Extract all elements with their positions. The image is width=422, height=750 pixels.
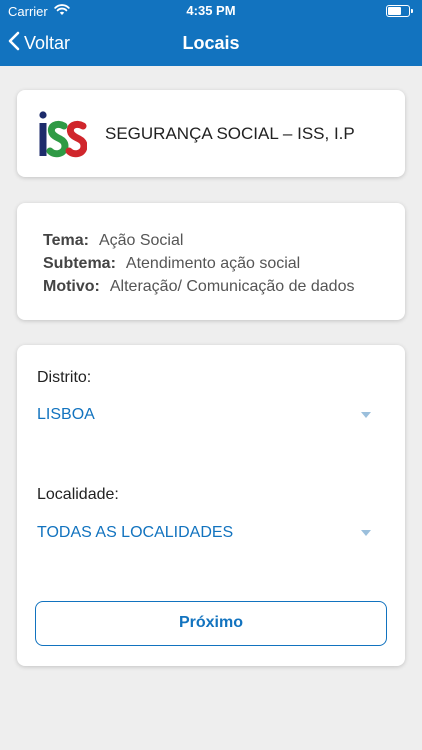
organization-name: SEGURANÇA SOCIAL – ISS, I.P (105, 124, 355, 143)
motivo-key: Motivo: (43, 278, 100, 295)
district-value: LISBOA (37, 406, 95, 423)
locality-select[interactable]: TODAS AS LOCALIDADES (37, 524, 385, 542)
location-form-card: Distrito: LISBOA Localidade: TODAS AS LO… (17, 345, 405, 666)
motivo-value: Alteração/ Comunicação de dados (109, 278, 355, 295)
navigation-bar: Voltar Locais (0, 22, 422, 66)
status-time: 4:35 PM (186, 3, 236, 18)
dropdown-caret-icon (361, 530, 371, 536)
tema-key: Tema: (43, 232, 89, 249)
locality-label: Localidade: (37, 486, 119, 503)
service-info-card: Tema: Ação Social Subtema: Atendimento açã… (17, 203, 405, 320)
info-row-tema: Tema: Ação Social (43, 229, 405, 252)
page-title: Locais (182, 33, 240, 53)
info-row-motivo: Motivo: Alteração/ Comunicação de dados (43, 275, 405, 298)
district-select[interactable]: LISBOA (37, 406, 385, 424)
status-bar: Carrier 4:35 PM (0, 0, 422, 22)
subtema-value: Atendimento ação social (125, 255, 301, 272)
tema-value: Ação Social (98, 232, 184, 249)
subtema-key: Subtema: (43, 255, 116, 272)
locality-value: TODAS AS LOCALIDADES (37, 524, 234, 541)
info-row-subtema: Subtema: Atendimento ação social (43, 252, 405, 275)
district-label: Distrito: (37, 369, 92, 386)
battery-icon (386, 5, 413, 17)
next-button[interactable]: Próximo (35, 601, 387, 646)
iss-logo (37, 110, 88, 158)
battery-level (388, 7, 402, 15)
dropdown-caret-icon (361, 412, 371, 418)
organization-card: SEGURANÇA SOCIAL – ISS, I.P (17, 90, 405, 177)
